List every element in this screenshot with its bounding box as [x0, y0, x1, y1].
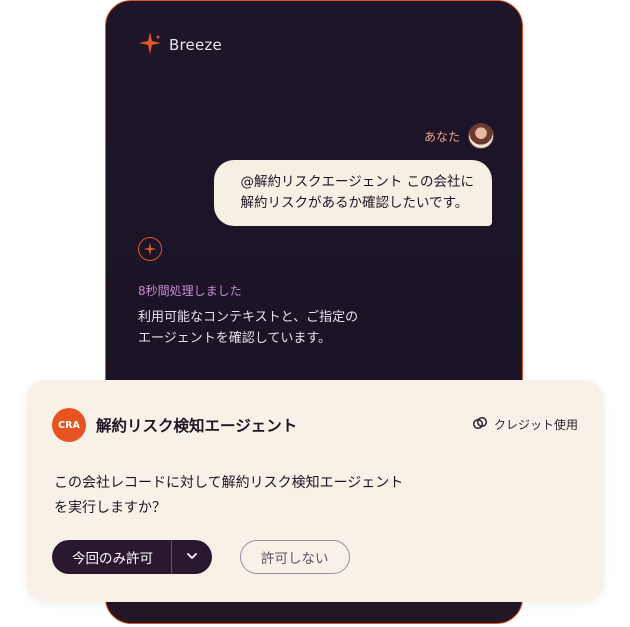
agent-reply: 利用可能なコンテキストと、ご指定の エージェントを確認しています。	[138, 307, 438, 349]
credits-icon	[472, 415, 488, 434]
brand: Breeze	[138, 31, 222, 59]
allow-once-button[interactable]: 今回のみ許可	[52, 540, 172, 574]
agent-reply-line: 利用可能なコンテキストと、ご指定の	[138, 310, 359, 325]
agent-sparkle-icon	[138, 237, 162, 261]
card-title: 解約リスク検知エージェント	[96, 417, 298, 435]
agent-badge: CRA	[52, 408, 86, 442]
user-message-bubble: @解約リスクエージェント この会社に 解約リスクがあるか確認したいです。	[214, 160, 492, 226]
user-label: あなた	[423, 129, 460, 144]
confirmation-question: この会社レコードに対して解約リスク検知エージェント を実行しますか？	[54, 471, 403, 521]
user-header: あなた	[424, 123, 494, 149]
avatar	[468, 123, 494, 149]
question-line: を実行しますか？	[54, 500, 166, 516]
card-header: CRA 解約リスク検知エージェント	[52, 408, 297, 442]
question-line: この会社レコードに対して解約リスク検知エージェント	[54, 475, 404, 491]
user-message-line: @解約リスクエージェント この会社に	[240, 174, 474, 190]
allow-button-group: 今回のみ許可	[52, 540, 212, 574]
approval-card: CRA 解約リスク検知エージェント クレジット使用 この会社レコードに対して解約…	[26, 380, 604, 602]
agent-reply-line: エージェントを確認しています。	[138, 331, 332, 346]
allow-options-dropdown[interactable]	[172, 540, 212, 574]
sparkle-icon	[138, 31, 162, 59]
deny-button[interactable]: 許可しない	[240, 540, 350, 574]
user-message-line: 解約リスクがあるか確認したいです。	[240, 195, 469, 211]
credit-usage[interactable]: クレジット使用	[472, 415, 578, 434]
brand-name: Breeze	[169, 36, 222, 54]
chevron-down-icon	[185, 548, 199, 567]
credit-label: クレジット使用	[493, 418, 578, 432]
processing-status[interactable]: 8秒間処理しました	[138, 282, 242, 299]
